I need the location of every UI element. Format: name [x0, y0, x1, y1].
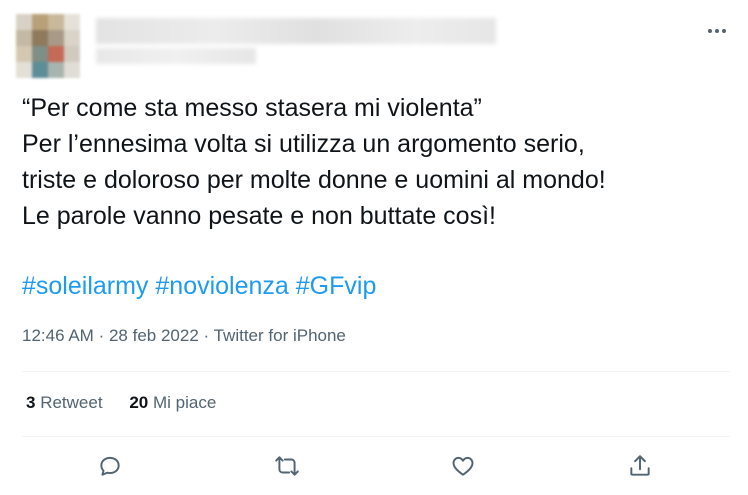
author-handle-redacted[interactable]	[96, 48, 256, 64]
like-label: Mi piace	[152, 393, 217, 412]
retweet-stat[interactable]: 3 Retweet	[26, 393, 107, 412]
retweet-icon	[275, 456, 299, 476]
retweet-count: 3	[26, 393, 36, 412]
like-stat[interactable]: 20 Mi piace	[129, 393, 216, 412]
tweet-metadata: 12:46 AM · 28 feb 2022 · Twitter for iPh…	[22, 326, 346, 346]
like-button[interactable]	[443, 446, 483, 486]
tweet-text-line: Per l’ennesima volta si utilizza un argo…	[22, 130, 585, 158]
tweet-text-line: “Per come sta messo stasera mi violenta”	[22, 94, 482, 122]
meta-separator: ·	[203, 326, 210, 345]
reply-icon	[100, 456, 120, 476]
heart-icon	[452, 456, 474, 476]
hashtag-link-soleilarmy[interactable]: #soleilarmy	[22, 272, 148, 300]
tweet-header	[0, 0, 748, 80]
hashtag-link-gfvip[interactable]: #GFvip	[296, 272, 377, 300]
divider	[22, 371, 730, 372]
avatar[interactable]	[16, 14, 80, 78]
tweet-text: “Per come sta messo stasera mi violenta”…	[22, 90, 732, 234]
more-options-button[interactable]	[700, 16, 734, 46]
author-name-redacted[interactable]	[96, 18, 496, 44]
tweet-text-line: triste e doloroso per molte donne e uomi…	[22, 166, 606, 194]
engagement-stats: 3 Retweet 20 Mi piace	[26, 393, 238, 413]
tweet-time[interactable]: 12:46 AM	[22, 326, 94, 345]
divider	[22, 436, 730, 437]
tweet-text-line: Le parole vanno pesate e non buttate cos…	[22, 202, 496, 230]
like-count: 20	[129, 393, 149, 412]
reply-button[interactable]	[90, 446, 130, 486]
retweet-button[interactable]	[267, 446, 307, 486]
share-button[interactable]	[620, 446, 660, 486]
hashtag-list: #soleilarmy #noviolenza #GFvip	[22, 268, 376, 304]
share-icon	[630, 455, 650, 476]
retweet-label: Retweet	[40, 393, 103, 412]
more-horizontal-icon	[708, 29, 726, 33]
tweet-date[interactable]: 28 feb 2022	[109, 326, 199, 345]
tweet-source-link[interactable]: Twitter for iPhone	[214, 326, 346, 345]
action-bar	[0, 446, 748, 486]
meta-separator: ·	[98, 326, 105, 345]
hashtag-link-noviolenza[interactable]: #noviolenza	[155, 272, 288, 300]
